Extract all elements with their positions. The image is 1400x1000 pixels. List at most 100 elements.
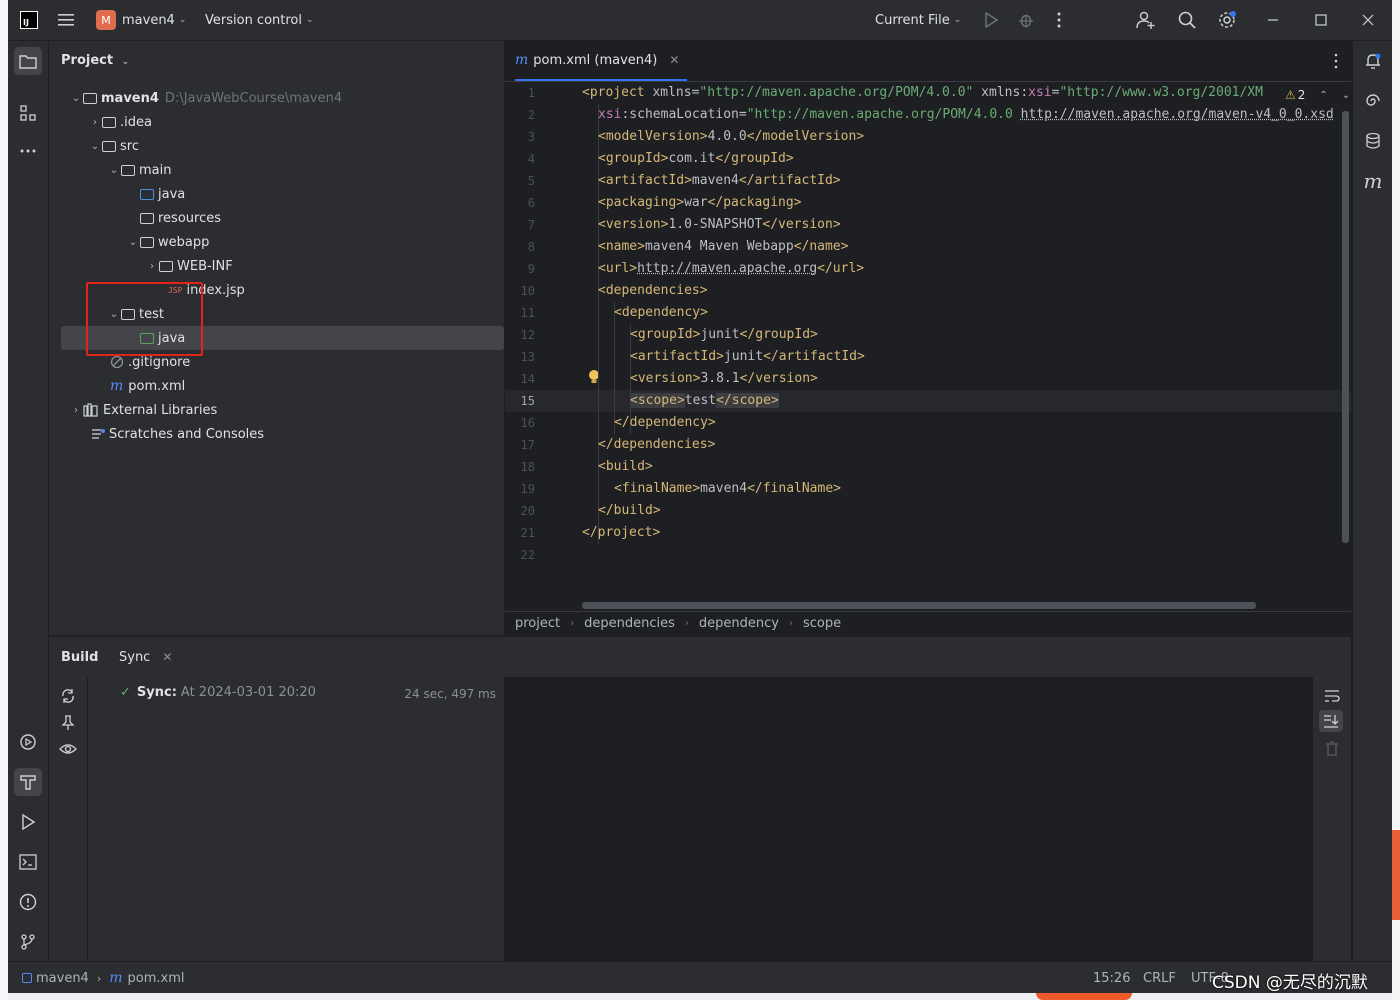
breadcrumb-dependencies[interactable]: dependencies	[584, 616, 675, 631]
scroll-to-end-button[interactable]	[1319, 710, 1343, 732]
line-number: 11	[520, 306, 535, 320]
editor-vertical-scrollbar[interactable]	[1342, 111, 1349, 543]
breadcrumb-dependency[interactable]: dependency	[699, 616, 779, 631]
run-config-label: Current File	[875, 12, 950, 28]
warning-count: 2	[1297, 88, 1306, 102]
tab-sync-label: Sync	[119, 649, 151, 665]
code-line-16: </dependency>	[614, 415, 716, 430]
services-tool-button[interactable]	[14, 728, 42, 756]
folder-icon	[19, 55, 37, 69]
tab-build[interactable]: Build	[61, 637, 98, 677]
run-tool-button[interactable]	[14, 808, 42, 836]
code-with-me-button[interactable]	[1136, 0, 1156, 40]
add-user-icon	[1136, 11, 1155, 29]
maximize-button[interactable]	[1315, 0, 1327, 40]
status-project[interactable]: maven4	[36, 971, 89, 986]
close-tab-icon[interactable]: ✕	[669, 53, 679, 67]
background-window-left	[0, 0, 8, 1000]
breadcrumb-scope[interactable]: scope	[803, 616, 841, 631]
settings-button[interactable]	[1217, 0, 1237, 40]
tab-sync[interactable]: Sync ✕	[119, 637, 172, 677]
tree-item-main[interactable]: ⌄ main	[49, 158, 562, 182]
more-vertical-icon	[1334, 53, 1338, 69]
status-file[interactable]: pom.xml	[128, 971, 185, 986]
tree-item-label: Scratches and Consoles	[109, 426, 265, 442]
run-config-selector[interactable]: Current File ⌄	[875, 0, 961, 40]
notifications-button[interactable]	[1359, 47, 1387, 75]
chevron-down-icon: ⌄	[71, 92, 81, 104]
version-control-menu[interactable]: Version control ⌄	[205, 0, 314, 40]
build-tool-button[interactable]	[14, 768, 42, 796]
line-number: 21	[520, 526, 535, 540]
more-horizontal-icon	[20, 149, 36, 153]
chevron-down-icon[interactable]: ⌄	[1342, 90, 1350, 101]
project-tool-button[interactable]	[14, 47, 42, 75]
line-number: 14	[520, 372, 535, 386]
code-area[interactable]: <project xmlns="http://maven.apache.org/…	[582, 82, 1350, 612]
main-menu-button[interactable]	[58, 0, 76, 40]
database-icon	[1366, 132, 1380, 149]
debug-button[interactable]	[1018, 0, 1034, 40]
line-number: 6	[527, 196, 535, 210]
sync-label: Sync:	[136, 685, 177, 700]
chevron-up-icon[interactable]: ⌃	[1319, 90, 1327, 101]
maven-file-icon: m	[109, 970, 123, 986]
run-button[interactable]	[984, 0, 998, 40]
status-line-separator[interactable]: CRLF	[1143, 971, 1176, 986]
ide-window: IJ M maven4 ⌄ Version control ⌄ Current …	[8, 0, 1392, 993]
maven-icon[interactable]: m	[1359, 167, 1387, 195]
sync-icon[interactable]	[60, 688, 76, 704]
build-tree: ✓ Sync: At 2024-03-01 20:20 24 sec, 497 …	[88, 677, 504, 962]
folder-icon	[102, 140, 116, 152]
minimize-button[interactable]	[1267, 0, 1279, 40]
more-actions-button[interactable]	[1056, 0, 1062, 40]
maven-file-icon: m	[110, 378, 124, 394]
code-line-17: </dependencies>	[598, 437, 716, 452]
eye-icon[interactable]	[59, 742, 77, 756]
database-button[interactable]	[1359, 127, 1387, 155]
soft-wrap-icon[interactable]	[1324, 689, 1340, 703]
tree-item-label: maven4	[101, 90, 159, 106]
tree-item-maven4[interactable]: ⌄ maven4 D:\JavaWebCourse\maven4	[49, 86, 524, 110]
sync-result-row[interactable]: ✓ Sync: At 2024-03-01 20:20	[120, 685, 316, 700]
tree-item-scratches[interactable]: Scratches and Consoles	[49, 422, 546, 446]
app-logo-icon[interactable]: IJ	[20, 11, 38, 29]
tree-item-src[interactable]: ⌄ src	[49, 134, 543, 158]
search-icon	[1178, 11, 1196, 29]
project-panel-title[interactable]: Project ⌄	[61, 53, 129, 68]
tree-item-pom-xml[interactable]: m pom.xml	[49, 374, 565, 398]
tab-pom-xml[interactable]: m pom.xml (maven4) ✕	[515, 41, 688, 81]
tree-item-idea[interactable]: › .idea	[49, 110, 543, 134]
editor-horizontal-scrollbar[interactable]	[582, 602, 1256, 609]
trash-icon[interactable]	[1325, 741, 1339, 757]
problems-tool-button[interactable]	[14, 888, 42, 916]
inspection-widget[interactable]: ⚠ 2 ⌃ ⌄	[1281, 85, 1351, 105]
code-line-18: <build>	[598, 459, 653, 474]
structure-tool-button[interactable]	[14, 99, 42, 127]
close-tab-icon[interactable]: ✕	[162, 650, 172, 664]
tree-item-webapp[interactable]: ⌄ webapp	[49, 230, 581, 254]
editor-panel: m pom.xml (maven4) ✕ 1 2 3 4 5 6 7 8 9 10 11 12 13 14…	[505, 41, 1351, 635]
status-caret-position[interactable]: 15:26	[1093, 971, 1130, 986]
close-window-button[interactable]	[1362, 0, 1374, 40]
code-line-2: xsi:schemaLocation="http://maven.apache.…	[598, 107, 1334, 122]
pin-icon[interactable]	[61, 715, 75, 731]
breadcrumb-project[interactable]: project	[515, 616, 560, 631]
code-line-5: <artifactId>maven4</artifactId>	[598, 173, 841, 188]
scratches-icon	[92, 429, 105, 439]
more-tools-button[interactable]	[14, 137, 42, 165]
terminal-tool-button[interactable]	[14, 848, 42, 876]
code-line-4: <groupId>com.it</groupId>	[598, 151, 794, 166]
tree-item-external-libraries[interactable]: › External Libraries	[49, 398, 524, 422]
git-tool-button[interactable]	[14, 928, 42, 956]
search-button[interactable]	[1178, 0, 1196, 40]
line-number: 16	[520, 416, 535, 430]
ai-assistant-button[interactable]	[1359, 87, 1387, 115]
code-line-1: <project xmlns="http://maven.apache.org/…	[582, 85, 1263, 100]
editor-more-button[interactable]	[1333, 53, 1339, 73]
build-console[interactable]	[504, 677, 1312, 962]
line-number: 3	[527, 130, 535, 144]
bell-icon	[1366, 53, 1381, 69]
project-selector[interactable]: M maven4 ⌄	[96, 0, 186, 40]
bug-icon	[1019, 14, 1033, 28]
